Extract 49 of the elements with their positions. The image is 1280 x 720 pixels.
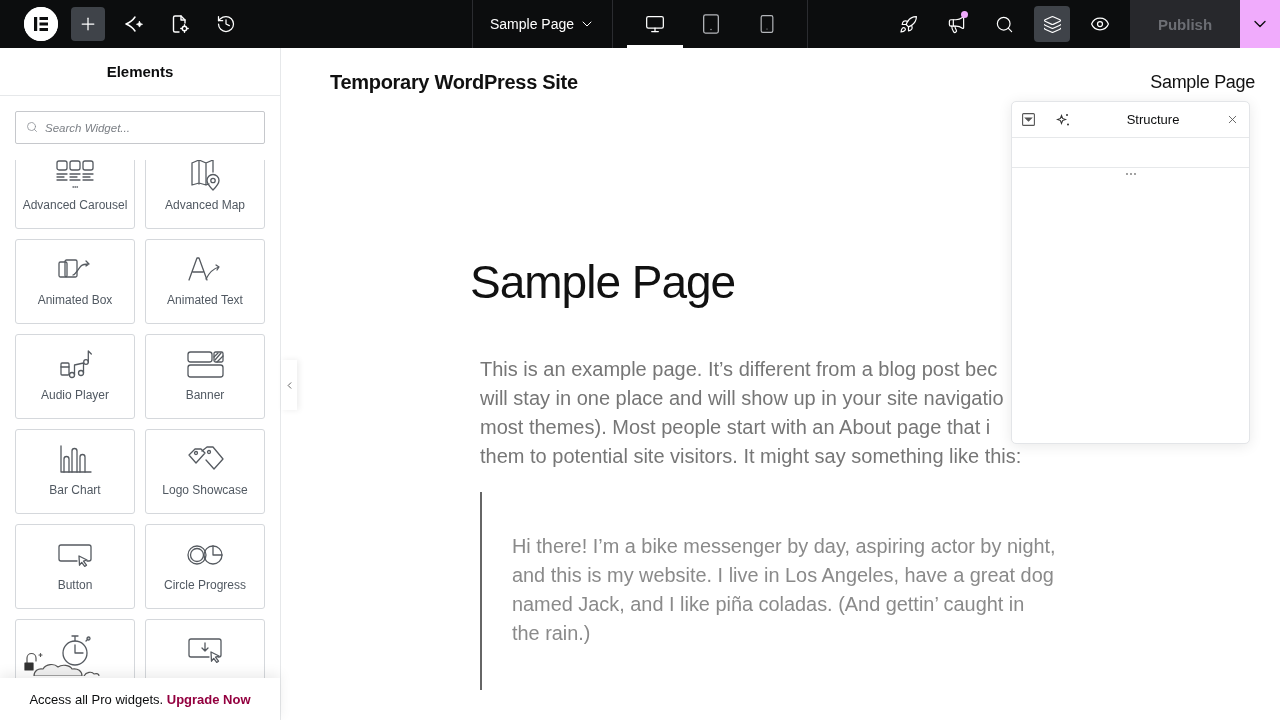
widget-label: Bar Chart [49, 483, 101, 497]
search-icon [26, 121, 38, 133]
sparkle-icon [124, 14, 144, 34]
ai-button[interactable] [1056, 112, 1070, 127]
close-icon [1226, 113, 1239, 126]
widget-card[interactable]: Animated Box [15, 239, 135, 324]
add-button[interactable] [71, 7, 105, 41]
widget-card[interactable]: Audio Player [15, 334, 135, 419]
logo-icon [24, 7, 58, 41]
history-icon [216, 14, 236, 34]
widget-card[interactable]: Button [15, 524, 135, 609]
structure-button[interactable] [1034, 6, 1070, 42]
widget-label: Button [57, 578, 93, 592]
collapse-all-button[interactable] [1022, 113, 1035, 126]
sparkle-icon [1056, 112, 1070, 127]
widget-label: Animated Text [167, 293, 243, 307]
panel-title: Structure [1125, 112, 1181, 127]
widget-label: Animated Box [37, 293, 113, 307]
caret-square-icon [1022, 113, 1035, 126]
tablet-icon [700, 13, 722, 35]
rocket-icon [898, 14, 918, 34]
widget-card[interactable]: Animated Text [145, 239, 265, 324]
widget-card[interactable]: Logo Showcase [145, 429, 265, 514]
body-paragraph: This is an example page. It’s different from a blog post bec will stay in one place and will show up in your site navigatio most themes). Most people start with an About page that i them to potential site visitors. It might say something like this: [480, 357, 1022, 469]
quote-text: Hi there! I’m a bike messenger by day, aspiring actor by night, and this is my website. I live in Los Angeles, have a great dog named Jack, and I like piña coladas. (And gettin’ caught in the rain.) [512, 534, 1056, 646]
nav-link[interactable]: Sample Page [1150, 71, 1255, 93]
document-gear-icon [170, 14, 190, 34]
close-button[interactable] [1226, 113, 1239, 126]
upgrade-link[interactable]: Upgrade Now [166, 691, 251, 707]
widget-card[interactable]: Advanced Map [145, 160, 265, 229]
site-title: Temporary WordPress Site [330, 70, 578, 94]
panel-title: Elements [106, 63, 174, 80]
widget-label: Circle Progress [164, 578, 246, 592]
promo-text: Access all Pro widgets. Upgrade Now [29, 691, 251, 707]
search-field[interactable]: Search Widget... [15, 111, 265, 144]
widget-label: Advanced Map [164, 198, 246, 212]
widget-label: Logo Showcase [162, 483, 248, 497]
search-icon [994, 14, 1014, 34]
widget-label: Advanced Carousel [22, 198, 128, 212]
widget-card[interactable]: Advanced Carousel [15, 160, 135, 229]
page-heading: Sample Page [470, 255, 737, 310]
widget-card[interactable]: Banner [145, 334, 265, 419]
logo-button[interactable] [24, 7, 58, 41]
monitor-icon [645, 14, 665, 34]
widget-card[interactable]: Circle Progress [145, 524, 265, 609]
widget-label: Audio Player [40, 388, 109, 402]
layers-icon [1042, 14, 1062, 34]
widget-label: Banner [185, 388, 225, 402]
widget-card[interactable]: Bar Chart [15, 429, 135, 514]
